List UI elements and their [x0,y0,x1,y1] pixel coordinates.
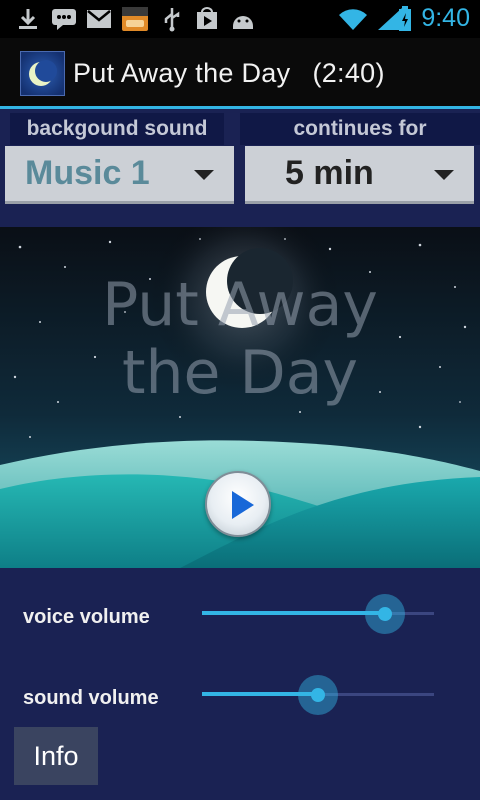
slider-thumb[interactable] [365,594,405,634]
action-bar: Put Away the Day (2:40) [0,38,480,106]
play-icon [232,491,254,519]
dropdown-arrow-icon [194,170,214,180]
slider-thumb-dot [378,607,392,621]
info-button[interactable]: Info [14,727,98,785]
amazon-appstore-icon [120,6,150,32]
messages-icon [50,6,78,32]
app-title: Put Away the Day (2:40) [73,58,385,89]
download-icon [14,6,42,32]
background-sound-label: backgound sound [10,113,224,145]
status-bar: 9:40 [0,0,480,38]
duration-value: 5 min [285,154,374,192]
background-sound-value: Music 1 [25,154,150,192]
usb-icon [160,6,184,32]
slider-thumb-dot [311,688,325,702]
app-icon [20,51,65,96]
crescent-moon-icon [21,52,64,95]
sound-volume-label: sound volume [23,687,159,709]
night-scene: Put Away the Day [0,227,480,568]
continues-for-label: continues for [240,113,480,145]
dropdown-arrow-icon [434,170,454,180]
background-sound-spinner[interactable]: Music 1 [5,146,234,204]
voice-volume-slider[interactable] [202,594,434,634]
scene-title-line2: the Day [121,338,358,408]
play-button[interactable] [205,471,271,537]
slider-thumb[interactable] [298,675,338,715]
sound-volume-slider[interactable] [202,675,434,715]
gmail-icon [85,6,113,32]
slider-fill [202,611,385,615]
battery-icon [397,6,413,32]
scene-title-line1: Put Away [102,270,378,340]
duration-spinner[interactable]: 5 min [245,146,474,204]
title-text: Put Away the Day [73,58,291,88]
clock: 9:40 [421,4,470,32]
wifi-icon [337,6,369,32]
session-duration: (2:40) [312,58,385,88]
play-store-icon [193,6,221,32]
voice-volume-label: voice volume [23,606,150,628]
android-icon [228,6,258,32]
